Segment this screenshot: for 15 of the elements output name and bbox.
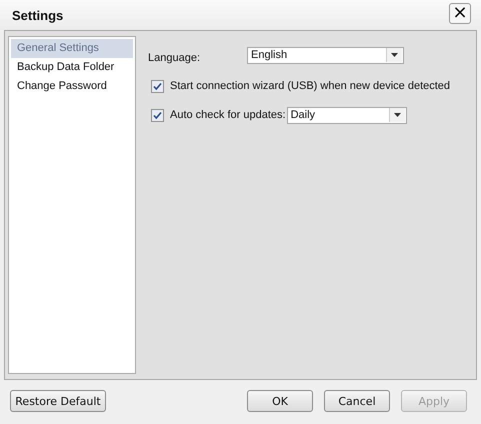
dialog-button[interactable]: OK [247, 390, 313, 412]
dialog-button[interactable]: Cancel [324, 390, 390, 412]
checkbox-label: Auto check for updates: [170, 109, 286, 121]
checkbox-label: Start connection wizard (USB) when new device detected [170, 80, 450, 92]
language-label: Language: [148, 52, 201, 64]
sidebar-item[interactable]: General Settings [11, 39, 133, 58]
close-button[interactable]: × [449, 2, 471, 24]
sidebar-item[interactable]: Backup Data Folder [11, 58, 133, 77]
window-title: Settings [12, 8, 64, 22]
dialog-button[interactable]: Restore Default [10, 390, 106, 412]
checkbox[interactable] [151, 80, 164, 92]
checkbox[interactable] [151, 108, 164, 122]
language-dropdown[interactable]: English [247, 46, 404, 64]
update-frequency-dropdown[interactable]: Daily [286, 106, 407, 124]
sidebar-item[interactable]: Change Password [11, 77, 133, 96]
